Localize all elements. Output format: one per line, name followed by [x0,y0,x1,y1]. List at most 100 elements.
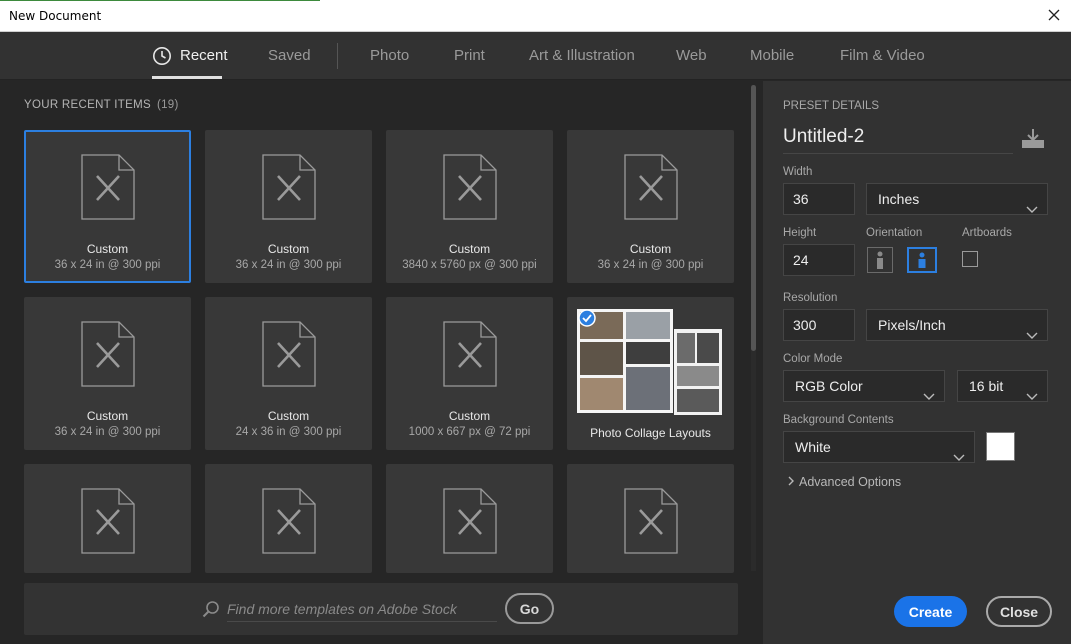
go-button[interactable]: Go [505,593,554,624]
portrait-orientation-icon[interactable] [867,247,893,273]
collage-label: Photo Collage Layouts [590,426,711,440]
recent-item-dims: 24 x 36 in @ 300 ppi [235,426,342,438]
resolution-label: Resolution [783,292,838,304]
document-icon [442,321,497,387]
recent-item-name: Custom [86,409,129,423]
bit-depth-select[interactable]: 16 bit [957,370,1048,402]
tab-separator [337,43,338,69]
width-unit-select[interactable]: Inches [866,183,1048,215]
chevron-down-icon [953,442,965,461]
recent-item-dims: 3840 x 5760 px @ 300 ppi [402,259,537,271]
chevron-down-icon [923,381,935,400]
recent-item-name: Custom [86,242,129,256]
document-icon [261,321,316,387]
recent-item-card[interactable] [24,464,191,573]
preset-details-panel: PRESET DETAILS Untitled-2 Width 36 Inche… [762,81,1071,644]
chevron-down-icon [1026,381,1038,400]
recent-heading-label: YOUR RECENT ITEMS [24,99,151,111]
resolution-field[interactable]: 300 [783,309,855,341]
document-name-field[interactable]: Untitled-2 [783,126,1013,154]
scrollbar-thumb[interactable] [751,85,756,351]
background-contents-label: Background Contents [783,414,894,426]
window-title-bar: New Document [0,0,1071,32]
chevron-down-icon [1026,194,1038,213]
color-mode-select[interactable]: RGB Color [783,370,945,402]
recent-item-dims: 36 x 24 in @ 300 ppi [54,426,161,438]
collage-thumbnail [577,307,724,417]
document-icon [261,488,316,554]
recent-item-card[interactable]: Custom 36 x 24 in @ 300 ppi [205,130,372,283]
background-color-swatch[interactable] [986,432,1015,461]
document-icon [442,488,497,554]
preset-details-heading: PRESET DETAILS [783,100,880,112]
stock-search-input[interactable] [227,596,497,622]
width-field[interactable]: 36 [783,183,855,215]
recent-item-card[interactable]: Custom 1000 x 667 px @ 72 ppi [386,297,553,450]
document-icon [261,154,316,220]
clock-icon [152,46,172,66]
tab-film-video[interactable]: Film & Video [840,47,925,64]
height-field[interactable]: 24 [783,244,855,276]
stock-search-bar: Go [24,583,738,635]
recent-item-dims: 36 x 24 in @ 300 ppi [235,259,342,271]
recent-item-name: Custom [267,409,310,423]
document-icon [80,321,135,387]
height-label: Height [783,227,817,239]
recent-items-heading: YOUR RECENT ITEMS (19) [24,99,179,111]
recent-item-name: Custom [267,242,310,256]
tab-web[interactable]: Web [676,47,707,64]
artboards-checkbox[interactable] [962,251,978,267]
create-button[interactable]: Create [894,596,967,627]
save-preset-icon[interactable] [1021,127,1045,149]
window-title: New Document [9,9,102,23]
tab-recent[interactable]: Recent [180,47,228,64]
background-contents-value: White [795,439,831,455]
recent-item-card[interactable] [205,464,372,573]
color-mode-label: Color Mode [783,353,843,365]
color-mode-value: RGB Color [795,378,863,394]
recent-items-panel: YOUR RECENT ITEMS (19) Custom 36 x 24 in … [0,81,762,644]
document-icon [623,154,678,220]
recent-item-name: Custom [448,409,491,423]
document-icon [442,154,497,220]
close-button[interactable]: Close [986,596,1052,627]
resolution-unit-select[interactable]: Pixels/Inch [866,309,1048,341]
recent-item-card[interactable]: Custom 36 x 24 in @ 300 ppi [567,130,734,283]
landscape-orientation-icon[interactable] [907,247,937,273]
document-icon [623,488,678,554]
bit-depth-value: 16 bit [969,378,1004,394]
recent-item-dims: 36 x 24 in @ 300 ppi [54,259,161,271]
title-accent-line [0,0,320,1]
tab-saved[interactable]: Saved [268,47,311,64]
chevron-down-icon [1026,320,1038,339]
tab-print[interactable]: Print [454,47,485,64]
chevron-right-icon [787,475,795,489]
tab-art-illustration[interactable]: Art & Illustration [529,47,635,64]
document-icon [80,488,135,554]
tab-mobile[interactable]: Mobile [750,47,794,64]
recent-item-dims: 1000 x 667 px @ 72 ppi [408,426,531,438]
photo-collage-card[interactable]: Photo Collage Layouts [567,297,734,450]
recent-item-card[interactable] [567,464,734,573]
width-label: Width [783,166,813,178]
recent-item-card[interactable]: Custom 3840 x 5760 px @ 300 ppi [386,130,553,283]
artboards-label: Artboards [962,227,1012,239]
recent-item-name: Custom [448,242,491,256]
document-icon [80,154,135,220]
advanced-options-toggle[interactable]: Advanced Options [787,475,901,489]
width-unit-value: Inches [878,191,920,207]
orientation-label: Orientation [866,227,923,239]
resolution-unit-value: Pixels/Inch [878,317,946,333]
recent-item-card[interactable]: Custom 36 x 24 in @ 300 ppi [24,297,191,450]
background-contents-select[interactable]: White [783,431,975,463]
category-tabs: Recent Saved Photo Print Art & Illustrat… [0,32,1071,80]
recent-item-card[interactable] [386,464,553,573]
recent-item-card[interactable]: Custom 24 x 36 in @ 300 ppi [205,297,372,450]
tab-photo[interactable]: Photo [370,47,409,64]
window-close-icon[interactable] [1043,4,1065,26]
advanced-options-label: Advanced Options [799,475,902,489]
search-icon [202,600,220,618]
recent-item-name: Custom [629,242,672,256]
recent-item-card[interactable]: Custom 36 x 24 in @ 300 ppi [24,130,191,283]
active-tab-indicator [152,76,222,79]
